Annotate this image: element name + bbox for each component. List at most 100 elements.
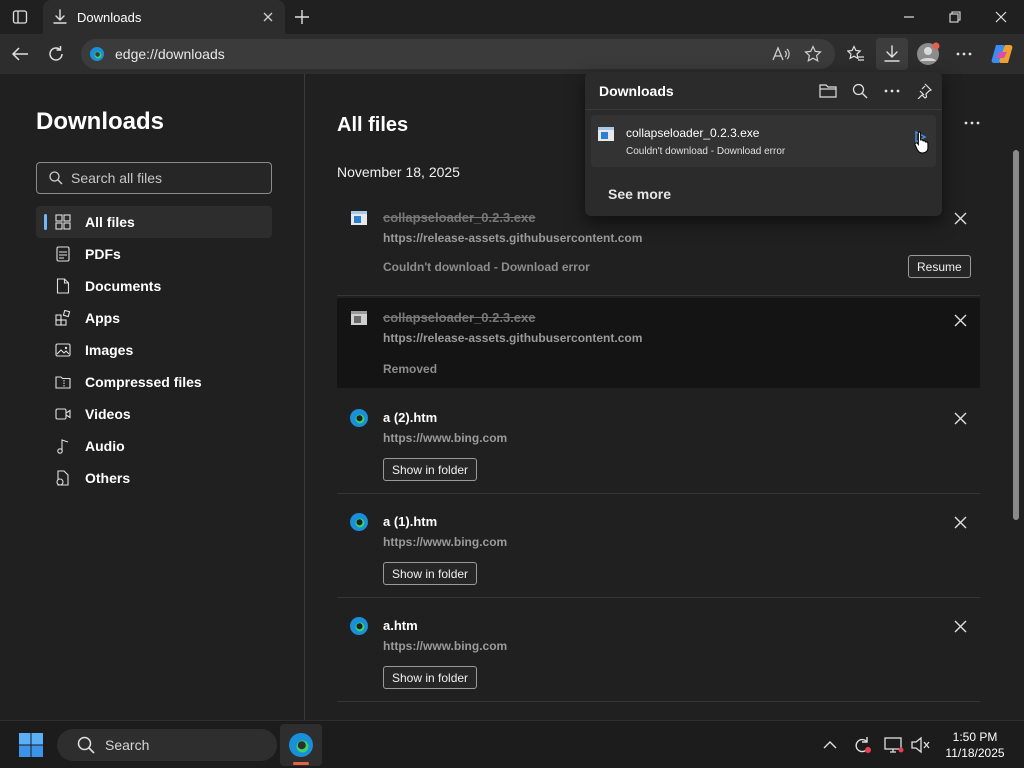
edge-file-icon (349, 616, 369, 636)
new-tab-button[interactable] (288, 4, 316, 30)
tab-actions-button[interactable] (6, 4, 34, 30)
download-icon (884, 45, 900, 63)
search-files-box[interactable] (36, 162, 272, 194)
address-url: edge://downloads (115, 46, 225, 62)
sidebar-nav: All files PDFs Documents Apps Images Com… (36, 206, 272, 494)
favorites-icon (847, 45, 865, 63)
show-in-folder-button[interactable]: Show in folder (383, 562, 478, 585)
sidebar-item-label: Documents (85, 278, 162, 294)
scrollbar-thumb[interactable] (1013, 150, 1019, 520)
favorite-star-icon[interactable] (801, 42, 825, 66)
sidebar-item-pdfs[interactable]: PDFs (36, 238, 272, 270)
sidebar-divider (304, 74, 305, 720)
sidebar-item-others[interactable]: Others (36, 462, 272, 494)
sidebar-item-label: PDFs (85, 246, 121, 262)
settings-more-button[interactable] (948, 38, 980, 70)
volume-muted-icon[interactable] (908, 733, 932, 757)
search-input[interactable] (71, 170, 251, 186)
edge-file-icon (349, 408, 369, 428)
windows-logo-icon (18, 732, 44, 758)
remove-item-button[interactable] (948, 206, 972, 230)
sidebar-item-audio[interactable]: Audio (36, 430, 272, 462)
downloads-button[interactable] (876, 38, 908, 70)
resume-button[interactable]: Resume (908, 255, 971, 278)
read-aloud-icon[interactable] (769, 42, 793, 66)
remove-item-button[interactable] (948, 308, 972, 332)
download-item[interactable]: a (2).htm https://www.bing.com Show in f… (337, 398, 980, 494)
file-name[interactable]: a.htm (383, 618, 418, 633)
copilot-button[interactable] (986, 38, 1018, 70)
restore-button[interactable] (932, 0, 978, 34)
exe-file-icon (349, 308, 369, 328)
date-header: November 18, 2025 (337, 164, 460, 180)
sidebar-item-documents[interactable]: Documents (36, 270, 272, 302)
file-url: https://release-assets.githubusercontent… (383, 231, 643, 245)
flyout-download-item[interactable]: collapseloader_0.2.3.exe Couldn't downlo… (591, 115, 936, 167)
back-button[interactable] (4, 38, 36, 70)
sidebar-item-images[interactable]: Images (36, 334, 272, 366)
exe-file-icon (349, 208, 369, 228)
apps-icon (54, 309, 72, 327)
file-url: https://www.bing.com (383, 431, 508, 445)
edge-logo-icon (288, 732, 314, 758)
search-downloads-button[interactable] (846, 78, 874, 104)
more-options-button[interactable] (878, 78, 906, 104)
edge-file-icon (349, 512, 369, 532)
open-folder-button[interactable] (814, 78, 842, 104)
download-item[interactable]: a (1).htm https://www.bing.com Show in f… (337, 502, 980, 598)
show-in-folder-button[interactable]: Show in folder (383, 458, 478, 481)
minimize-button[interactable] (886, 0, 932, 34)
remove-item-button[interactable] (948, 614, 972, 638)
profile-button[interactable] (912, 38, 944, 70)
file-name[interactable]: a (2).htm (383, 410, 437, 425)
tab-close-button[interactable] (255, 4, 281, 30)
file-url: https://release-assets.githubusercontent… (383, 331, 643, 345)
taskbar-search-box[interactable]: Search (57, 729, 277, 761)
favorites-button[interactable] (840, 38, 872, 70)
show-in-folder-button[interactable]: Show in folder (383, 666, 478, 689)
tab-downloads[interactable]: Downloads (43, 0, 285, 34)
show-hidden-icons-button[interactable] (818, 733, 842, 757)
sidebar-item-label: Audio (85, 438, 125, 454)
file-name[interactable]: a (1).htm (383, 514, 437, 529)
exe-file-icon (597, 125, 615, 143)
download-item[interactable]: a.htm https://www.bing.com Show in folde… (337, 606, 980, 702)
file-name[interactable]: collapseloader_0.2.3.exe (383, 310, 535, 325)
sidebar-item-apps[interactable]: Apps (36, 302, 272, 334)
taskbar: Search 1:50 PM 11/18/2025 (0, 720, 1024, 768)
system-clock[interactable]: 1:50 PM 11/18/2025 (938, 729, 1012, 761)
start-button[interactable] (18, 732, 44, 758)
tab-title: Downloads (77, 9, 142, 25)
sidebar-item-label: Others (85, 470, 131, 486)
clock-time: 1:50 PM (952, 730, 998, 744)
refresh-button[interactable] (40, 38, 72, 70)
more-options-button[interactable] (958, 110, 986, 136)
pin-button[interactable] (910, 78, 938, 104)
download-status: Couldn't download - Download error (383, 260, 590, 274)
sync-alert-icon[interactable] (850, 733, 874, 757)
document-icon (54, 277, 72, 295)
file-name[interactable]: collapseloader_0.2.3.exe (383, 210, 535, 225)
downloads-flyout: Downloads collapseloader_0.2.3.exe Could… (585, 72, 942, 216)
sidebar-item-label: Images (85, 342, 134, 358)
remove-item-button[interactable] (948, 510, 972, 534)
remove-item-button[interactable] (948, 406, 972, 430)
search-icon (49, 171, 63, 185)
download-status: Couldn't download - Download error (626, 146, 786, 157)
taskbar-search-label: Search (105, 737, 150, 753)
sidebar-item-compressed-files[interactable]: Compressed files (36, 366, 272, 398)
sidebar-item-all-files[interactable]: All files (36, 206, 272, 238)
taskbar-edge-app[interactable] (280, 724, 322, 766)
title-bar: Downloads (0, 0, 1024, 34)
sidebar-item-label: Videos (85, 406, 131, 422)
tab-actions-icon (12, 9, 28, 25)
audio-icon (54, 437, 72, 455)
edge-logo-icon (89, 46, 105, 62)
download-item[interactable]: collapseloader_0.2.3.exe https://release… (337, 298, 980, 388)
address-bar[interactable]: edge://downloads (81, 39, 835, 69)
see-more-link[interactable]: See more (608, 186, 671, 202)
active-app-indicator (293, 762, 309, 765)
sidebar-item-videos[interactable]: Videos (36, 398, 272, 430)
display-icon[interactable] (882, 733, 906, 757)
close-window-button[interactable] (978, 0, 1024, 34)
